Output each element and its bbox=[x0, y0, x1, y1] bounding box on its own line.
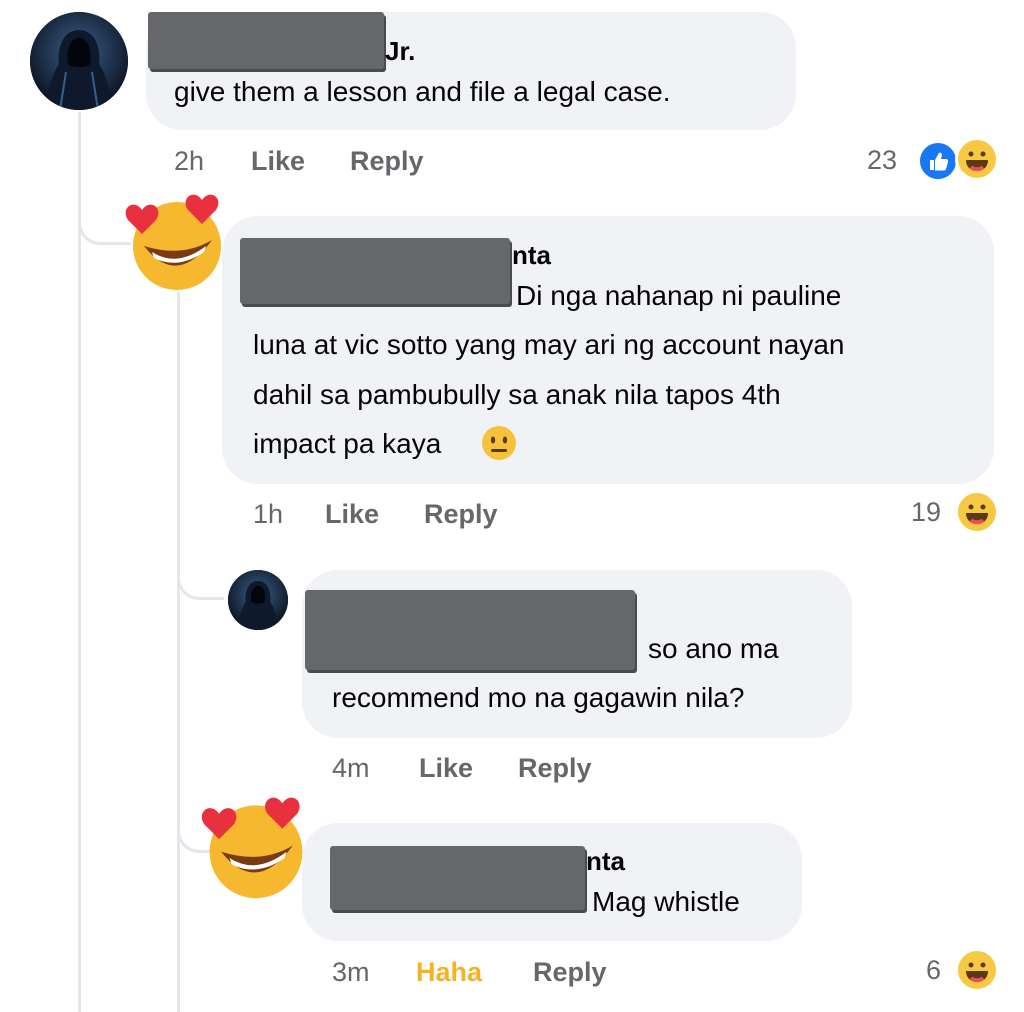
haha-icon[interactable] bbox=[955, 490, 999, 534]
comment-time[interactable]: 4m bbox=[332, 753, 370, 784]
avatar[interactable] bbox=[30, 12, 128, 110]
neutral-face-icon bbox=[480, 424, 518, 462]
redacted-name bbox=[305, 590, 635, 670]
like-button[interactable]: Like bbox=[325, 499, 379, 530]
reply-button[interactable]: Reply bbox=[518, 753, 592, 784]
reaction-count[interactable]: 19 bbox=[911, 497, 941, 528]
thread-line-reply bbox=[177, 292, 180, 1012]
reaction-count[interactable]: 6 bbox=[926, 955, 941, 986]
like-button[interactable]: Like bbox=[419, 753, 473, 784]
redacted-name bbox=[148, 12, 384, 69]
haha-icon[interactable] bbox=[955, 948, 999, 992]
haha-icon[interactable] bbox=[955, 137, 999, 181]
reply-button[interactable]: Reply bbox=[350, 146, 424, 177]
reaction-count[interactable]: 23 bbox=[867, 145, 897, 176]
commenter-name-suffix[interactable]: nta bbox=[586, 846, 625, 877]
comment-text-line: Di nga nahanap ni pauline bbox=[516, 280, 842, 311]
hooded-figure-icon bbox=[30, 12, 128, 110]
hooded-figure-icon bbox=[228, 570, 288, 630]
comment-text-line: dahil sa pambubully sa anak nila tapos 4… bbox=[253, 379, 781, 410]
comment-time[interactable]: 3m bbox=[332, 957, 370, 988]
comment-time[interactable]: 1h bbox=[253, 499, 283, 530]
like-button[interactable]: Like bbox=[251, 146, 305, 177]
reply-button[interactable]: Reply bbox=[424, 499, 498, 530]
haha-reaction-button[interactable]: Haha bbox=[416, 957, 482, 988]
comment-text-line: luna at vic sotto yang may ari ng accoun… bbox=[253, 329, 845, 360]
redacted-name bbox=[330, 846, 585, 910]
heart-eyes-avatar-icon[interactable] bbox=[198, 790, 314, 902]
comment-text: give them a lesson and file a legal case… bbox=[174, 76, 671, 107]
thread-connector-2 bbox=[177, 545, 224, 600]
avatar[interactable] bbox=[228, 570, 288, 630]
reply-button[interactable]: Reply bbox=[533, 957, 607, 988]
redacted-name bbox=[240, 238, 510, 304]
thread-line-main bbox=[78, 112, 81, 1012]
comment-text-line: recommend mo na gagawin nila? bbox=[332, 682, 745, 713]
commenter-name-suffix[interactable]: Jr. bbox=[385, 36, 415, 67]
comment-text-line: impact pa kaya bbox=[253, 428, 442, 459]
like-icon[interactable] bbox=[917, 140, 959, 182]
comment-text-line: so ano ma bbox=[648, 633, 779, 664]
comment-text: Mag whistle bbox=[592, 886, 740, 917]
comment-time[interactable]: 2h bbox=[174, 146, 204, 177]
commenter-name-suffix[interactable]: nta bbox=[512, 240, 551, 271]
heart-eyes-avatar-icon[interactable] bbox=[122, 188, 232, 293]
